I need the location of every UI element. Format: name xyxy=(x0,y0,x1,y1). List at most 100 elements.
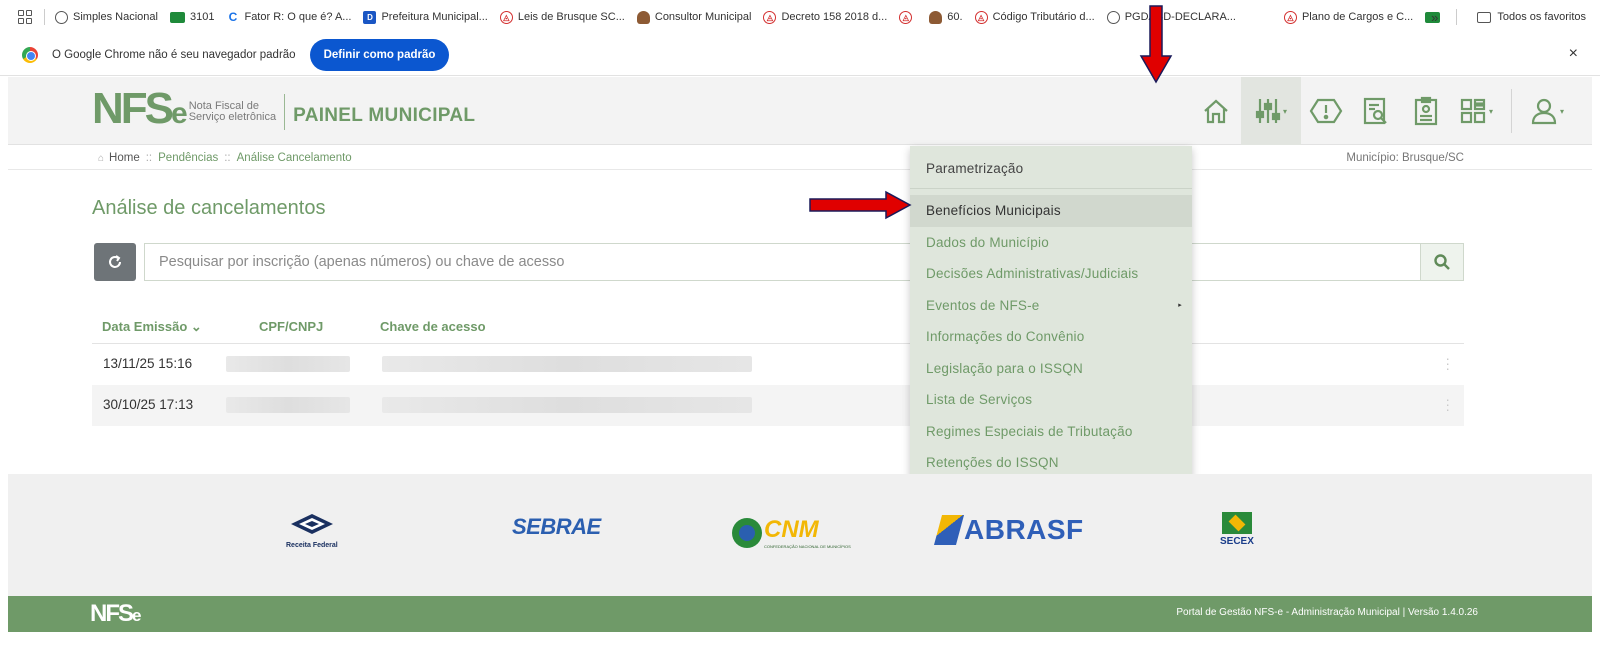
document-search-icon[interactable] xyxy=(1351,77,1401,145)
submenu-arrow-icon: ▸ xyxy=(1178,302,1182,310)
menu-item-convenio[interactable]: Informações do Convênio xyxy=(910,321,1192,353)
partners-strip: Receita Federal SEBRAE CNM CONFEDERAÇÃO … xyxy=(8,474,1592,596)
secex-logo[interactable]: SECEX xyxy=(1220,512,1254,547)
sebrae-logo[interactable]: SEBRAE xyxy=(512,514,601,540)
menu-item-eventos-nfse[interactable]: Eventos de NFS-e ▸ xyxy=(910,290,1192,322)
menu-item-dados-municipio[interactable]: Dados do Município xyxy=(910,227,1192,259)
municipio-label: Município: Brusque/SC xyxy=(1346,152,1464,164)
bookmark-codigo-tributario[interactable]: ◬ Código Tributário d... xyxy=(974,10,1095,24)
infobar-message: O Google Chrome não é seu navegador padr… xyxy=(52,48,296,61)
settings-sliders-icon[interactable]: ▾ xyxy=(1241,77,1301,145)
all-favorites-link[interactable]: Todos os favoritos xyxy=(1497,11,1586,23)
menu-item-beneficios-municipais[interactable]: Benefícios Municipais xyxy=(910,195,1192,227)
nav-divider xyxy=(1511,89,1512,133)
close-icon[interactable]: × xyxy=(1569,45,1578,63)
breadcrumb-bar: ⌂ Home :: Pendências :: Análise Cancelam… xyxy=(8,146,1592,170)
secex-text: SECEX xyxy=(1220,536,1254,547)
table-header: Data Emissão ⌄ CPF/CNPJ Chave de acesso xyxy=(92,310,1464,344)
menu-item-decisoes[interactable]: Decisões Administrativas/Judiciais xyxy=(910,258,1192,290)
bookmark-plano-cargos[interactable]: ◬ Plano de Cargos e C... xyxy=(1283,10,1413,24)
red-seal-icon: ◬ xyxy=(899,10,913,24)
breadcrumb: ⌂ Home :: Pendências :: Análise Cancelam… xyxy=(98,152,352,164)
bookmark-3101[interactable]: 3101 xyxy=(169,11,214,23)
abrasf-logo[interactable]: ABRASF xyxy=(933,514,1084,546)
globe-icon xyxy=(55,10,68,24)
bookmark-consultor-municipal[interactable]: Consultor Municipal xyxy=(636,10,751,24)
red-seal-icon: ◬ xyxy=(974,10,988,24)
red-arrow-down-icon xyxy=(1139,5,1173,84)
breadcrumb-separator: :: xyxy=(224,152,231,164)
red-seal-icon: ◬ xyxy=(1283,10,1297,24)
chevron-down-icon: ▾ xyxy=(1559,106,1564,116)
chevron-down-icon: ▾ xyxy=(1282,106,1287,116)
bookmark-simples-nacional[interactable]: Simples Nacional xyxy=(55,10,158,24)
apps-menu-icon[interactable]: ▾ xyxy=(1451,77,1501,145)
set-default-button[interactable]: Definir como padrão xyxy=(309,38,450,71)
bookmark-prefeitura[interactable]: D Prefeitura Municipal... xyxy=(363,10,488,24)
menu-item-parametrizacao[interactable]: Parametrização xyxy=(910,150,1192,186)
bookmarks-separator xyxy=(1456,9,1458,25)
breadcrumb-home[interactable]: Home xyxy=(109,152,140,164)
abrasf-mark-icon xyxy=(933,515,965,545)
bookmark-decreto-158[interactable]: ◬ Decreto 158 2018 d... xyxy=(763,10,887,24)
parametros-dropdown-menu: Parametrização Benefícios Municipais Dad… xyxy=(910,146,1192,478)
menu-divider xyxy=(910,188,1192,189)
breadcrumb-current: Análise Cancelamento xyxy=(236,152,352,164)
column-data-emissao[interactable]: Data Emissão ⌄ xyxy=(102,319,202,335)
nfse-logo[interactable]: NFSe Nota Fiscal de Serviço eletrônica P… xyxy=(92,87,475,134)
refresh-icon xyxy=(109,255,121,268)
red-seal-icon: ◬ xyxy=(763,10,777,24)
footer: NFSe Portal de Gestão NFS-e - Administra… xyxy=(8,596,1592,632)
more-options-icon[interactable]: · · · xyxy=(1445,351,1450,375)
id-badge-icon[interactable] xyxy=(1401,77,1451,145)
chevron-down-icon: ▾ xyxy=(1488,106,1493,116)
apps-grid-icon[interactable] xyxy=(18,10,32,24)
table-row[interactable]: 30/10/25 17:13 · · · xyxy=(92,385,1464,426)
menu-item-eventos-label: Eventos de NFS-e xyxy=(926,297,1040,313)
c-logo-icon: C xyxy=(226,10,240,24)
bookmark-red-seal[interactable]: ◬ xyxy=(899,10,917,24)
more-options-icon[interactable]: · · · xyxy=(1445,392,1450,416)
sebrae-text: SEBRAE xyxy=(512,514,601,539)
cnm-text: CNM xyxy=(764,516,819,543)
menu-item-lista-servicos[interactable]: Lista de Serviços xyxy=(910,384,1192,416)
d-logo-icon: D xyxy=(363,10,377,24)
bookmarks-overflow-button[interactable]: » xyxy=(1431,10,1438,25)
menu-item-regimes[interactable]: Regimes Especiais de Tributação xyxy=(910,416,1192,448)
secex-flag-icon xyxy=(1221,512,1252,534)
red-arrow-right-icon xyxy=(809,190,912,220)
table-row[interactable]: 13/11/25 15:16 · · · xyxy=(92,344,1464,385)
cancelamentos-table: Data Emissão ⌄ CPF/CNPJ Chave de acesso … xyxy=(92,310,1464,426)
row-data-emissao: 13/11/25 15:16 xyxy=(103,356,193,371)
bookmark-60[interactable]: 60. xyxy=(929,10,963,24)
search-icon xyxy=(1434,254,1450,270)
column-cpf-cnpj: CPF/CNPJ xyxy=(259,319,324,334)
breadcrumb-pendencias[interactable]: Pendências xyxy=(158,152,218,164)
receita-federal-text: Receita Federal xyxy=(286,542,338,549)
refresh-button[interactable] xyxy=(94,243,136,281)
bookmark-fator-r[interactable]: C Fator R: O que é? A... xyxy=(226,10,351,24)
search-button[interactable] xyxy=(1420,243,1464,281)
row-data-emissao: 30/10/25 17:13 xyxy=(103,397,194,412)
brazil-flag-icon xyxy=(169,11,185,23)
cnm-subtitle: CONFEDERAÇÃO NACIONAL DE MUNICÍPIOS xyxy=(764,544,851,549)
cnm-logo[interactable]: CNM CONFEDERAÇÃO NACIONAL DE MUNICÍPIOS xyxy=(732,516,851,549)
menu-item-legislacao[interactable]: Legislação para o ISSQN xyxy=(910,353,1192,385)
bookmarks-separator xyxy=(44,9,45,25)
red-seal-icon: ◬ xyxy=(499,10,513,24)
page-title: Análise de cancelamentos xyxy=(92,197,326,219)
bookmark-leis-brusque[interactable]: ◬ Leis de Brusque SC... xyxy=(499,10,625,24)
default-browser-infobar: O Google Chrome não é seu navegador padr… xyxy=(0,34,1600,76)
bookmarks-right: » Todos os favoritos xyxy=(1431,0,1586,34)
column-chave-acesso: Chave de acesso xyxy=(380,319,486,334)
folder-icon xyxy=(1477,11,1492,23)
receita-federal-logo[interactable]: Receita Federal xyxy=(286,512,338,549)
alert-icon[interactable] xyxy=(1301,77,1351,145)
home-icon[interactable] xyxy=(1191,77,1241,145)
globe-icon xyxy=(1106,10,1120,24)
user-icon[interactable]: ▾ xyxy=(1522,77,1572,145)
redacted-cpf-cnpj xyxy=(226,397,350,413)
receita-federal-icon xyxy=(290,514,333,534)
chrome-logo-icon xyxy=(22,46,38,63)
search-input[interactable] xyxy=(144,243,1420,281)
